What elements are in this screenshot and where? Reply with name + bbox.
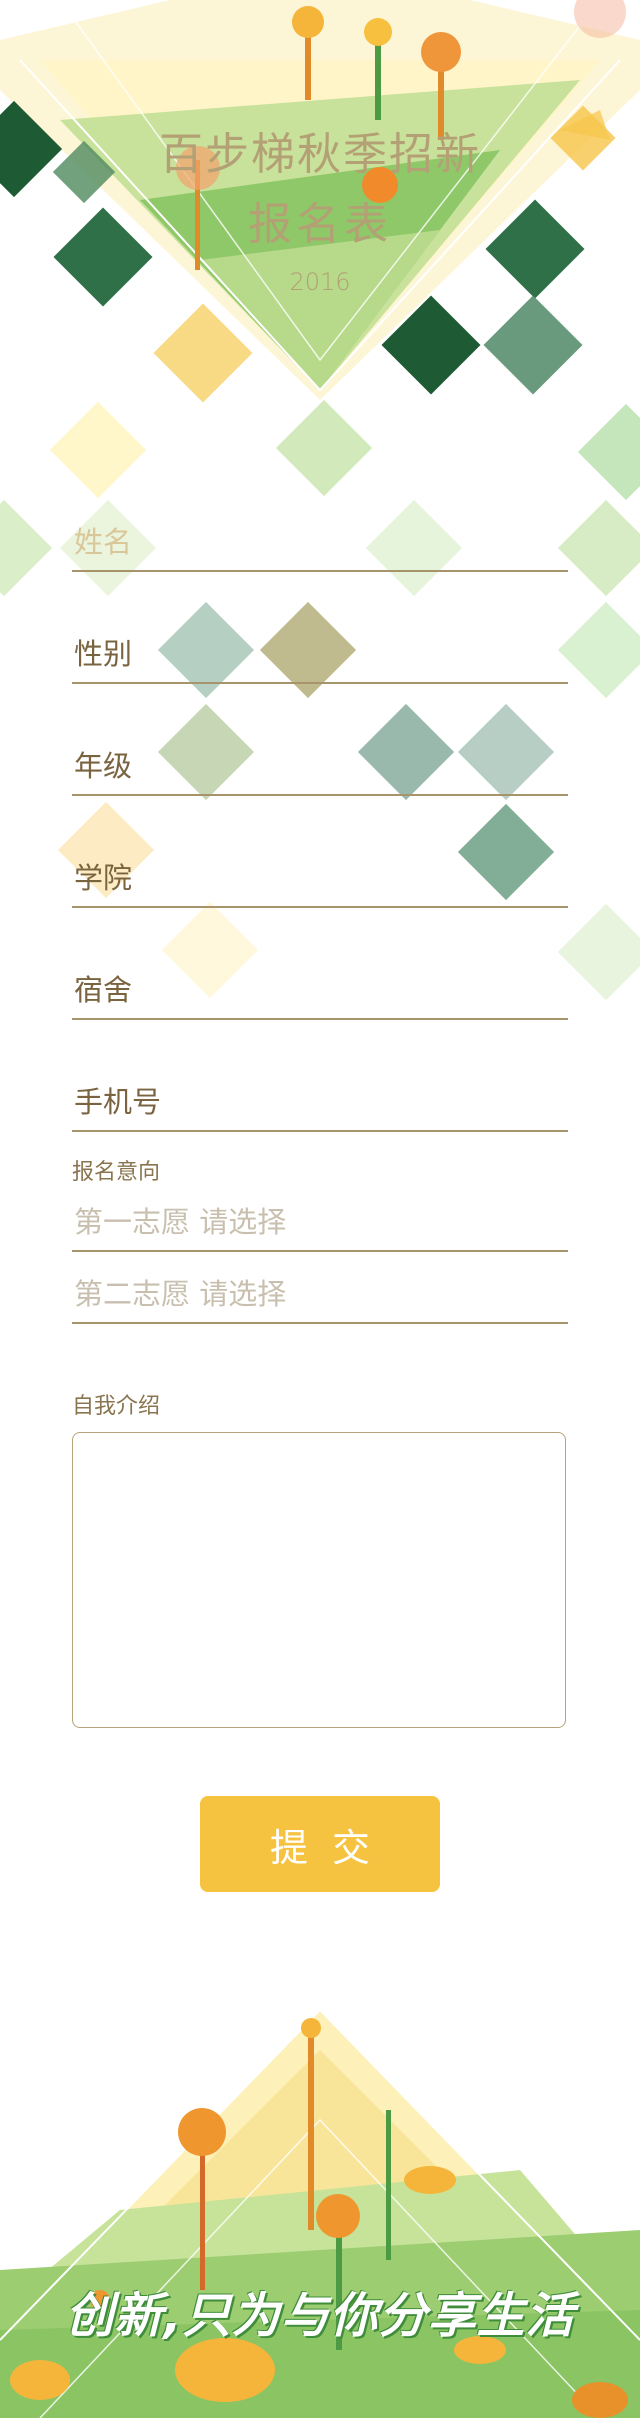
name-input[interactable]	[72, 514, 568, 570]
footer-slogan: 创新,只为与你分享生活	[65, 2288, 575, 2344]
first-choice-select[interactable]	[72, 1194, 568, 1250]
phone-field	[72, 1074, 568, 1132]
second-choice-field	[72, 1266, 568, 1324]
decor-diamond	[0, 499, 53, 597]
grade-field	[72, 738, 568, 796]
grade-input[interactable]	[72, 738, 568, 794]
year-label: 2016	[289, 268, 351, 296]
intro-textarea[interactable]	[72, 1432, 566, 1728]
decor-diamond	[557, 499, 640, 597]
decor-diamond	[557, 601, 640, 699]
decor-diamond	[557, 903, 640, 1001]
page-subtitle: 报名表	[248, 199, 392, 250]
gender-input[interactable]	[72, 626, 568, 682]
college-input[interactable]	[72, 850, 568, 906]
dorm-field	[72, 962, 568, 1020]
signup-page: 百步梯秋季招新 报名表 2016 报名意向 自我介绍 提交	[0, 0, 640, 2418]
gender-field	[72, 626, 568, 684]
college-field	[72, 850, 568, 908]
dorm-input[interactable]	[72, 962, 568, 1018]
page-title: 百步梯秋季招新	[159, 129, 481, 180]
second-choice-select[interactable]	[72, 1266, 568, 1322]
first-choice-field	[72, 1194, 568, 1252]
footer-illustration	[0, 2010, 640, 2418]
submit-button[interactable]: 提交	[200, 1796, 440, 1892]
phone-input[interactable]	[72, 1074, 568, 1130]
intention-label: 报名意向	[72, 1160, 161, 1185]
name-field	[72, 514, 568, 572]
intro-label: 自我介绍	[72, 1394, 161, 1419]
